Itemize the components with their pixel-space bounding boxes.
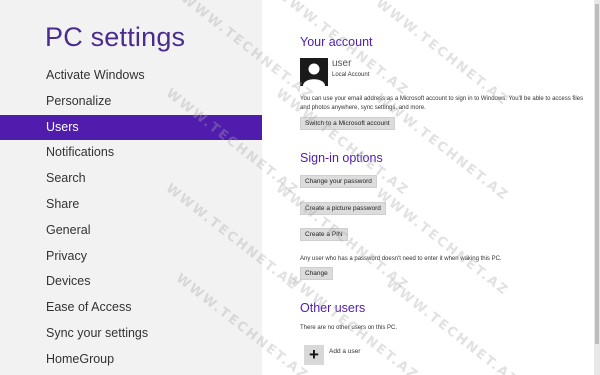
your-account-heading: Your account: [300, 35, 373, 49]
user-silhouette-icon: [303, 63, 325, 86]
create-pin-button[interactable]: Create a PIN: [300, 228, 348, 241]
scrollbar[interactable]: [594, 0, 600, 375]
nav-item-devices[interactable]: Devices: [0, 269, 262, 295]
nav-item-activate-windows[interactable]: Activate Windows: [0, 63, 262, 89]
change-password-button[interactable]: Change your password: [300, 175, 377, 188]
nav-item-general[interactable]: General: [0, 218, 262, 244]
nav-item-users[interactable]: Users: [0, 114, 262, 141]
switch-to-microsoft-account-button[interactable]: Switch to a Microsoft account: [300, 117, 395, 130]
account-description: You can use your email address as a Micr…: [300, 96, 584, 111]
account-type: Local Account: [332, 72, 370, 78]
no-other-users-text: There are no other users on this PC.: [300, 325, 398, 331]
page-title: PC settings: [45, 22, 186, 52]
create-picture-password-button[interactable]: Create a picture password: [300, 202, 386, 215]
wake-password-text: Any user who has a password doesn't need…: [300, 256, 502, 262]
avatar: [300, 58, 328, 86]
nav-item-privacy[interactable]: Privacy: [0, 244, 262, 270]
right-pane: Your account user Local Account You can …: [262, 0, 600, 375]
nav-item-notifications[interactable]: Notifications: [0, 140, 262, 166]
user-name: user: [332, 58, 352, 69]
nav-list: Activate Windows Personalize Users Notif…: [0, 63, 262, 373]
nav-item-homegroup[interactable]: HomeGroup: [0, 347, 262, 373]
nav-item-share[interactable]: Share: [0, 192, 262, 218]
sign-in-options-heading: Sign-in options: [300, 151, 383, 165]
plus-icon: +: [309, 345, 319, 364]
left-pane: PC settings Activate Windows Personalize…: [0, 0, 262, 375]
nav-item-personalize[interactable]: Personalize: [0, 89, 262, 115]
nav-item-ease-of-access[interactable]: Ease of Access: [0, 295, 262, 321]
add-user-button[interactable]: +: [304, 345, 324, 365]
nav-item-sync-settings[interactable]: Sync your settings: [0, 321, 262, 347]
add-user-label[interactable]: Add a user: [329, 348, 360, 355]
scroll-thumb[interactable]: [595, 4, 599, 344]
nav-item-search[interactable]: Search: [0, 166, 262, 192]
change-wake-setting-button[interactable]: Change: [300, 267, 333, 280]
other-users-heading: Other users: [300, 301, 366, 315]
